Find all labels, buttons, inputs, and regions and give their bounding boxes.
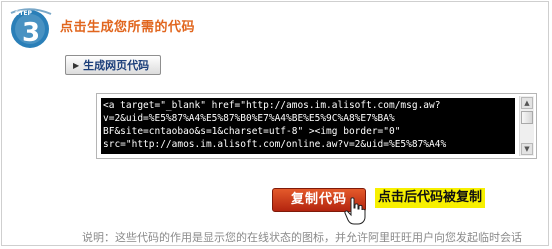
code-textarea[interactable]: <a target="_blank" href="http://amos.im.… — [101, 98, 515, 154]
step-badge-word: STEP — [15, 10, 33, 17]
copy-hint-label: 点击后代码被复制 — [375, 188, 486, 208]
step-badge-icon: STEP 3 — [10, 8, 52, 48]
explanation-note: 说明：这些代码的作用是显示您的在线状态的图标，并允许阿里旺旺用户向您发起临时会话 — [82, 231, 522, 244]
step-panel: STEP 3 点击生成您所需的代码 ▶ 生成网页代码 <a target="_b… — [1, 1, 549, 246]
scroll-up-arrow-icon[interactable]: ▲ — [521, 97, 533, 109]
step-badge-number: 3 — [22, 18, 40, 48]
step-title: 点击生成您所需的代码 — [60, 20, 196, 35]
code-scrollbar[interactable]: ▲ ▼ — [519, 96, 534, 156]
code-textarea-frame[interactable]: <a target="_blank" href="http://amos.im.… — [96, 93, 537, 159]
scroll-down-arrow-icon[interactable]: ▼ — [521, 143, 533, 155]
hand-pointer-icon — [344, 197, 366, 225]
generate-code-label: 生成网页代码 — [83, 59, 150, 72]
generate-code-button[interactable]: ▶ 生成网页代码 — [65, 55, 161, 75]
triangle-right-icon: ▶ — [73, 60, 80, 70]
scroll-thumb[interactable] — [521, 111, 533, 124]
